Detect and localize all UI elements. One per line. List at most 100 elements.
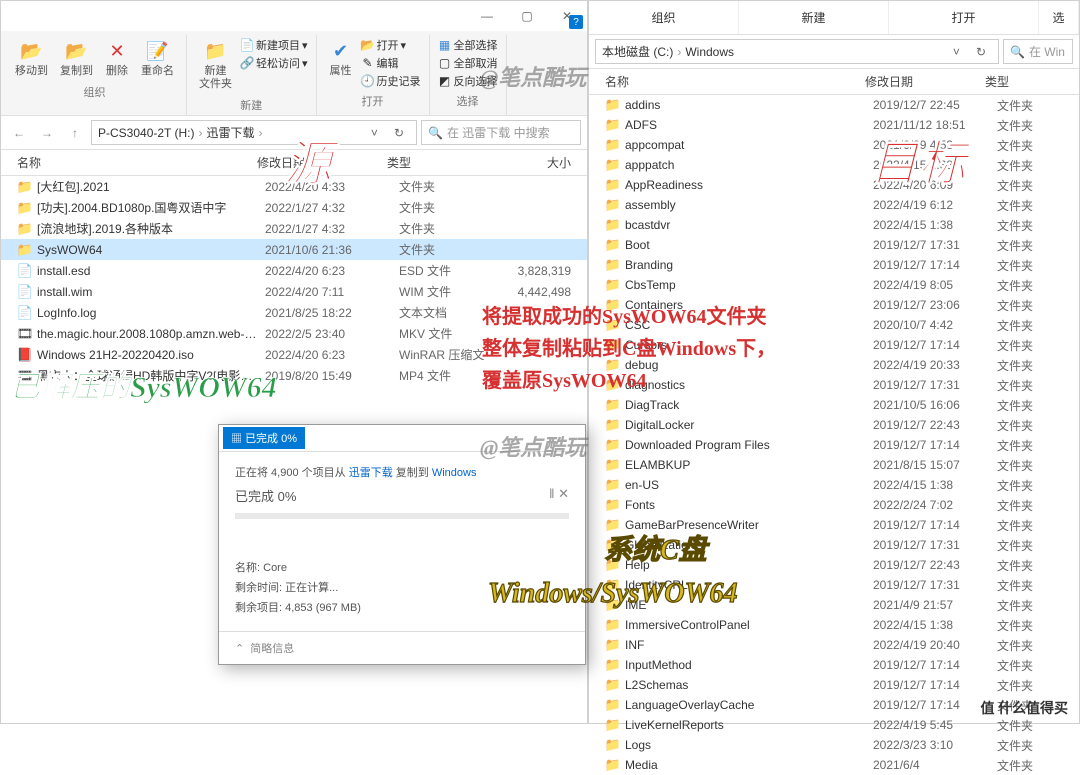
file-list[interactable]: 📁addins2019/12/7 22:45文件夹📁ADFS2021/11/12… bbox=[589, 95, 1079, 775]
file-row[interactable]: 📁DiagTrack2021/10/5 16:06文件夹 bbox=[589, 395, 1079, 415]
file-row[interactable]: 📁L2Schemas2019/12/7 17:14文件夹 bbox=[589, 675, 1079, 695]
file-row[interactable]: 📁Boot2019/12/7 17:31文件夹 bbox=[589, 235, 1079, 255]
file-date: 2022/4/19 8:05 bbox=[873, 278, 993, 292]
edit-button[interactable]: ✎编辑 bbox=[361, 55, 421, 71]
breadcrumb-folder[interactable]: Windows bbox=[685, 45, 734, 59]
file-row[interactable]: 📁LanguageOverlayCache2019/12/7 17:14文件夹 bbox=[589, 695, 1079, 715]
dropdown-icon[interactable]: ˅ bbox=[947, 45, 966, 59]
file-row[interactable]: 📁DigitalLocker2019/12/7 22:43文件夹 bbox=[589, 415, 1079, 435]
breadcrumb[interactable]: 本地磁盘 (C:) › Windows ˅ ↻ bbox=[595, 39, 999, 64]
file-row[interactable]: 📁AppReadiness2022/4/20 6:09文件夹 bbox=[589, 175, 1079, 195]
new-item-button[interactable]: 📄新建项目▾ bbox=[240, 37, 308, 53]
file-row[interactable]: 📁[大红包].20212022/4/20 4:33文件夹 bbox=[1, 176, 587, 197]
file-row[interactable]: 📄LogInfo.log2021/8/25 18:22文本文档 bbox=[1, 302, 587, 323]
pause-button[interactable]: ‖ ✕ bbox=[549, 486, 569, 505]
column-headers[interactable]: 名称 修改日期 类型 大小 bbox=[1, 150, 587, 176]
ribbon-new[interactable]: 新建 bbox=[739, 1, 889, 34]
file-row[interactable]: 📁CbsTemp2022/4/19 8:05文件夹 bbox=[589, 275, 1079, 295]
search-input[interactable]: 🔍 在 Win bbox=[1003, 39, 1073, 64]
col-name[interactable]: 名称 bbox=[17, 154, 257, 171]
file-row[interactable]: 📁Globalization2019/12/7 17:31文件夹 bbox=[589, 535, 1079, 555]
dest-link[interactable]: Windows bbox=[432, 467, 477, 479]
file-row[interactable]: 📁apppatch2022/4/15 1:38文件夹 bbox=[589, 155, 1079, 175]
file-row[interactable]: 📁addins2019/12/7 22:45文件夹 bbox=[589, 95, 1079, 115]
select-all-icon: ▦ bbox=[438, 38, 452, 52]
file-list[interactable]: 📁[大红包].20212022/4/20 4:33文件夹📁[功夫].2004.B… bbox=[1, 176, 587, 386]
up-button[interactable]: ↑ bbox=[63, 121, 87, 145]
refresh-button[interactable]: ↻ bbox=[970, 45, 992, 59]
file-row[interactable]: 📄install.esd2022/4/20 6:23ESD 文件3,828,31… bbox=[1, 260, 587, 281]
col-name[interactable]: 名称 bbox=[605, 73, 865, 90]
file-row[interactable]: 🎞the.magic.hour.2008.1080p.amzn.web-dl.d… bbox=[1, 323, 587, 344]
file-row[interactable]: 📁appcompat2021/6/29 4:53文件夹 bbox=[589, 135, 1079, 155]
file-row[interactable]: 🎞黑衣人：全球通缉HD韩版中字V2[电影天堂dy2...2019/8/20 15… bbox=[1, 365, 587, 386]
col-date[interactable]: 修改日期 bbox=[257, 154, 387, 171]
new-folder-button[interactable]: 📁 新建 文件夹 bbox=[195, 37, 236, 93]
file-row[interactable]: 📁Media2021/6/4文件夹 bbox=[589, 755, 1079, 775]
search-input[interactable]: 🔍 在 迅雷下载 中搜索 bbox=[421, 120, 581, 145]
help-badge[interactable]: ? bbox=[569, 15, 583, 29]
breadcrumb-drive[interactable]: 本地磁盘 (C:) bbox=[602, 43, 673, 60]
file-row[interactable]: 📁LiveKernelReports2022/4/19 5:45文件夹 bbox=[589, 715, 1079, 735]
file-row[interactable]: 📁ImmersiveControlPanel2022/4/15 1:38文件夹 bbox=[589, 615, 1079, 635]
dropdown-icon[interactable]: ˅ bbox=[365, 126, 384, 140]
copy-to-button[interactable]: 📂 复制到 bbox=[56, 37, 97, 80]
move-to-button[interactable]: 📂 移动到 bbox=[11, 37, 52, 80]
file-name: ImmersiveControlPanel bbox=[625, 618, 869, 632]
open-button[interactable]: 📂打开▾ bbox=[361, 37, 421, 53]
file-row[interactable]: 📁Fonts2022/2/24 7:02文件夹 bbox=[589, 495, 1079, 515]
file-row[interactable]: 📁assembly2022/4/19 6:12文件夹 bbox=[589, 195, 1079, 215]
col-type[interactable]: 类型 bbox=[387, 154, 477, 171]
breadcrumb-drive[interactable]: P-CS3040-2T (H:) bbox=[98, 126, 194, 140]
file-row[interactable]: 📁CSC2020/10/7 4:42文件夹 bbox=[589, 315, 1079, 335]
file-row[interactable]: 📁IME2021/4/9 21:57文件夹 bbox=[589, 595, 1079, 615]
maximize-button[interactable]: ▢ bbox=[507, 1, 547, 31]
history-button[interactable]: 🕘历史记录 bbox=[361, 73, 421, 89]
select-none-button[interactable]: ▢全部取消 bbox=[438, 55, 498, 71]
rename-button[interactable]: 📝 重命名 bbox=[137, 37, 178, 80]
file-row[interactable]: 📁debug2022/4/19 20:33文件夹 bbox=[589, 355, 1079, 375]
file-row[interactable]: 📁ELAMBKUP2021/8/15 15:07文件夹 bbox=[589, 455, 1079, 475]
file-row[interactable]: 📁[功夫].2004.BD1080p.国粤双语中字2022/1/27 4:32文… bbox=[1, 197, 587, 218]
file-row[interactable]: 📁INF2022/4/19 20:40文件夹 bbox=[589, 635, 1079, 655]
ribbon-open[interactable]: 打开 bbox=[889, 1, 1039, 34]
forward-button[interactable]: → bbox=[35, 121, 59, 145]
file-row[interactable]: 📁SysWOW642021/10/6 21:36文件夹 bbox=[1, 239, 587, 260]
file-row[interactable]: 📁en-US2022/4/15 1:38文件夹 bbox=[589, 475, 1079, 495]
delete-button[interactable]: ✕ 删除 bbox=[101, 37, 133, 80]
back-button[interactable]: ← bbox=[7, 121, 31, 145]
file-row[interactable]: 📁Downloaded Program Files2019/12/7 17:14… bbox=[589, 435, 1079, 455]
easy-access-button[interactable]: 🔗轻松访问▾ bbox=[240, 55, 308, 71]
file-date: 2019/12/7 22:43 bbox=[873, 418, 993, 432]
minimize-button[interactable]: — bbox=[467, 1, 507, 31]
file-row[interactable]: 📁ADFS2021/11/12 18:51文件夹 bbox=[589, 115, 1079, 135]
refresh-button[interactable]: ↻ bbox=[388, 126, 410, 140]
col-type[interactable]: 类型 bbox=[985, 73, 1063, 90]
file-row[interactable]: 📕Windows 21H2-20220420.iso2022/4/20 6:23… bbox=[1, 344, 587, 365]
file-row[interactable]: 📁[流浪地球].2019.各种版本2022/1/27 4:32文件夹 bbox=[1, 218, 587, 239]
file-row[interactable]: 📁Containers2019/12/7 23:06文件夹 bbox=[589, 295, 1079, 315]
file-row[interactable]: 📁GameBarPresenceWriter2019/12/7 17:14文件夹 bbox=[589, 515, 1079, 535]
select-all-button[interactable]: ▦全部选择 bbox=[438, 37, 498, 53]
col-date[interactable]: 修改日期 bbox=[865, 73, 985, 90]
invert-selection-button[interactable]: ◩反向选择 bbox=[438, 73, 498, 89]
file-row[interactable]: 📁Logs2022/3/23 3:10文件夹 bbox=[589, 735, 1079, 755]
file-row[interactable]: 📁bcastdvr2022/4/15 1:38文件夹 bbox=[589, 215, 1079, 235]
dialog-footer-toggle[interactable]: ⌃ 简略信息 bbox=[219, 631, 585, 664]
file-row[interactable]: 📁diagnostics2019/12/7 17:31文件夹 bbox=[589, 375, 1079, 395]
col-size[interactable]: 大小 bbox=[477, 154, 571, 171]
file-row[interactable]: 📁Help2019/12/7 22:43文件夹 bbox=[589, 555, 1079, 575]
file-row[interactable]: 📁InputMethod2019/12/7 17:14文件夹 bbox=[589, 655, 1079, 675]
file-row[interactable]: 📄install.wim2022/4/20 7:11WIM 文件4,442,49… bbox=[1, 281, 587, 302]
column-headers[interactable]: 名称 修改日期 类型 bbox=[589, 69, 1079, 95]
file-row[interactable]: 📁IdentityCRL2019/12/7 17:31文件夹 bbox=[589, 575, 1079, 595]
breadcrumb[interactable]: P-CS3040-2T (H:) › 迅雷下载 › ˅ ↻ bbox=[91, 120, 417, 145]
ribbon-select[interactable]: 选 bbox=[1039, 1, 1079, 34]
source-link[interactable]: 迅雷下载 bbox=[349, 467, 393, 479]
properties-button[interactable]: ✔ 属性 bbox=[325, 37, 357, 80]
file-row[interactable]: 📁Branding2019/12/7 17:14文件夹 bbox=[589, 255, 1079, 275]
breadcrumb-folder[interactable]: 迅雷下载 bbox=[206, 124, 254, 141]
dialog-titlebar[interactable]: ▦ 已完成 0% bbox=[219, 425, 585, 452]
file-row[interactable]: 📁Cursors2019/12/7 17:14文件夹 bbox=[589, 335, 1079, 355]
ribbon-org[interactable]: 组织 bbox=[589, 1, 739, 34]
